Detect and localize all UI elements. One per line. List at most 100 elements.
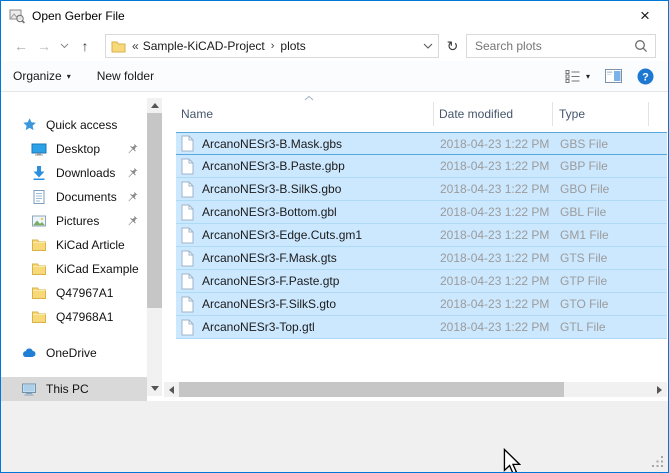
file-row[interactable]: ArcanoNESr3-B.Mask.gbs2018-04-23 1:22 PM… — [176, 132, 667, 155]
pin-icon — [127, 215, 138, 226]
sidebar-scrollbar-thumb[interactable] — [147, 113, 162, 308]
horizontal-scrollbar[interactable] — [164, 382, 667, 397]
column-header-type[interactable]: Type — [559, 107, 585, 121]
help-icon: ? — [637, 68, 654, 85]
back-button[interactable]: ← — [9, 35, 33, 57]
breadcrumb-segment-plots[interactable]: plots — [280, 39, 305, 53]
search-icon — [634, 39, 648, 53]
file-date: 2018-04-23 1:22 PM — [440, 297, 549, 311]
scroll-down-icon[interactable] — [151, 386, 159, 391]
recent-locations-button[interactable] — [56, 35, 72, 57]
search-input[interactable] — [467, 38, 634, 54]
app-icon — [9, 8, 25, 24]
file-row[interactable]: ArcanoNESr3-F.Mask.gts2018-04-23 1:22 PM… — [176, 247, 667, 270]
navigation-bar: ← → ↑ « Sample-KiCAD-Project › plots ↻ — [1, 31, 668, 61]
file-icon — [180, 181, 195, 198]
scroll-left-icon[interactable] — [169, 386, 174, 394]
file-row[interactable]: ArcanoNESr3-F.Paste.gtp2018-04-23 1:22 P… — [176, 270, 667, 293]
file-row[interactable]: ArcanoNESr3-Bottom.gbl 2018-04-23 1:22 PM… — [176, 201, 667, 224]
scroll-up-icon[interactable] — [151, 103, 159, 108]
breadcrumb-segment-project[interactable]: Sample-KiCAD-Project — [143, 39, 265, 53]
file-name: ArcanoNESr3-Edge.Cuts.gm1 — [202, 228, 362, 242]
file-name: ArcanoNESr3-Bottom.gbl — [202, 205, 337, 219]
address-bar[interactable]: « Sample-KiCAD-Project › plots — [105, 34, 439, 58]
dialog-footer: File name: Gerber files (.g* .lgr .pho) … — [1, 401, 668, 472]
scroll-right-icon[interactable] — [657, 386, 662, 394]
sidebar-item-kicad-example[interactable]: KiCad Example — [1, 257, 147, 281]
forward-icon: → — [37, 38, 51, 54]
help-button[interactable]: ? — [637, 68, 654, 85]
file-row[interactable]: ArcanoNESr3-Top.gtl2018-04-23 1:22 PMGTL… — [176, 316, 667, 339]
column-header-date-modified[interactable]: Date modified — [439, 107, 513, 121]
cloud-icon — [21, 345, 37, 361]
file-date: 2018-04-23 1:22 PM — [440, 274, 549, 288]
up-button[interactable]: ↑ — [73, 35, 97, 57]
command-toolbar: Organize ▾ New folder ▾ ? — [1, 61, 668, 92]
forward-button[interactable]: → — [33, 35, 55, 57]
pin-icon — [127, 143, 138, 154]
file-date: 2018-04-23 1:22 PM — [440, 137, 549, 151]
new-folder-button[interactable]: New folder — [97, 69, 154, 83]
titlebar: Open Gerber File × — [1, 1, 668, 31]
sidebar-item-q47967a1[interactable]: Q47967A1 — [1, 281, 147, 305]
sidebar-item-label: Downloads — [56, 166, 115, 180]
sidebar-item-documents[interactable]: Documents — [1, 185, 147, 209]
window-title: Open Gerber File — [32, 9, 125, 23]
file-row[interactable]: ArcanoNESr3-Edge.Cuts.gm12018-04-23 1:22… — [176, 224, 667, 247]
horizontal-scrollbar-thumb[interactable] — [179, 382, 564, 397]
file-type: GM1 File — [560, 228, 609, 242]
address-dropdown-chevron-icon[interactable] — [423, 43, 433, 49]
file-date: 2018-04-23 1:22 PM — [440, 205, 549, 219]
chevron-down-icon: ▾ — [586, 72, 590, 81]
sidebar-item-label: KiCad Article — [56, 238, 125, 252]
sidebar-item-kicad-article[interactable]: KiCad Article — [1, 233, 147, 257]
documents-icon — [31, 189, 47, 205]
organize-button[interactable]: Organize ▾ — [13, 69, 71, 83]
column-header-name[interactable]: Name — [181, 107, 213, 121]
pin-icon — [127, 167, 138, 178]
file-list: Name Date modified Type ArcanoNESr3-B.Ma… — [171, 93, 667, 382]
sort-ascending-icon — [303, 95, 315, 101]
sidebar-item-label: This PC — [46, 382, 89, 396]
sidebar-item-desktop[interactable]: Desktop — [1, 137, 147, 161]
refresh-button[interactable]: ↻ — [442, 34, 463, 58]
sidebar-item-label: Pictures — [56, 214, 99, 228]
file-name: ArcanoNESr3-F.Mask.gts — [202, 251, 337, 265]
sidebar-item-label: KiCad Example — [56, 262, 139, 276]
file-name: ArcanoNESr3-Top.gtl — [202, 320, 315, 334]
pc-icon — [21, 381, 37, 397]
file-type: GTS File — [560, 251, 607, 265]
svg-text:?: ? — [642, 71, 649, 83]
column-divider[interactable] — [433, 102, 434, 126]
breadcrumb-overflow[interactable]: « — [132, 39, 139, 53]
sidebar-item-label: Documents — [56, 190, 117, 204]
folder-icon — [31, 261, 47, 277]
sidebar-item-onedrive[interactable]: OneDrive — [1, 341, 147, 365]
sidebar-item-q47968a1[interactable]: Q47968A1 — [1, 305, 147, 329]
sidebar-item-quick-access[interactable]: Quick access — [1, 113, 147, 137]
column-divider[interactable] — [648, 102, 649, 126]
preview-pane-button[interactable] — [605, 69, 622, 83]
column-divider[interactable] — [552, 102, 553, 126]
sidebar-item-pictures[interactable]: Pictures — [1, 209, 147, 233]
file-row[interactable]: ArcanoNESr3-B.Paste.gbp2018-04-23 1:22 P… — [176, 155, 667, 178]
preview-pane-icon — [605, 69, 622, 83]
file-icon — [180, 273, 195, 290]
folder-icon — [31, 285, 47, 301]
file-icon — [180, 319, 195, 336]
file-row[interactable]: ArcanoNESr3-B.SilkS.gbo2018-04-23 1:22 P… — [176, 178, 667, 201]
change-view-button[interactable]: ▾ — [565, 69, 590, 83]
file-list-header: Name Date modified Type — [171, 93, 667, 132]
file-type: GBO File — [560, 182, 609, 196]
sidebar-item-downloads[interactable]: Downloads — [1, 161, 147, 185]
file-row[interactable]: ArcanoNESr3-F.SilkS.gto2018-04-23 1:22 P… — [176, 293, 667, 316]
sidebar-item-this-pc[interactable]: This PC — [1, 377, 147, 401]
sidebar-scrollbar[interactable] — [147, 98, 162, 396]
up-icon: ↑ — [82, 38, 89, 54]
close-button[interactable]: × — [623, 2, 667, 30]
open-file-dialog: Open Gerber File × ← → ↑ « Sample-KiCAD-… — [0, 0, 669, 473]
organize-label: Organize — [13, 69, 62, 83]
resize-grip[interactable] — [651, 455, 664, 468]
folder-icon — [111, 40, 126, 53]
list-view-icon — [565, 69, 581, 83]
